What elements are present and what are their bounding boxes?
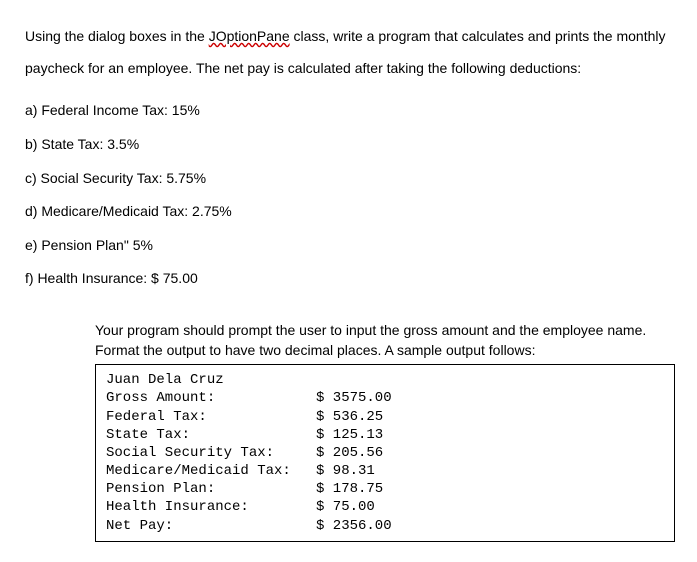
output-value: $ 536.25 — [316, 408, 383, 426]
deductions-list: a) Federal Income Tax: 15% b) State Tax:… — [25, 94, 672, 296]
output-value: $ 98.31 — [316, 462, 375, 480]
deduction-item: a) Federal Income Tax: 15% — [25, 94, 672, 128]
output-label: Pension Plan: — [106, 480, 316, 498]
output-row: Medicare/Medicaid Tax: $ 98.31 — [106, 462, 664, 480]
output-value: $ 75.00 — [316, 498, 375, 516]
output-row: State Tax: $ 125.13 — [106, 426, 664, 444]
instruction-text: Your program should prompt the user to i… — [95, 321, 675, 360]
deduction-item: e) Pension Plan" 5% — [25, 229, 672, 263]
output-row: Health Insurance: $ 75.00 — [106, 498, 664, 516]
output-row: Social Security Tax: $ 205.56 — [106, 444, 664, 462]
problem-intro: Using the dialog boxes in the JOptionPan… — [25, 20, 672, 84]
output-value: $ 178.75 — [316, 480, 383, 498]
joptionpane-word: JOptionPane — [209, 28, 290, 44]
output-label: Social Security Tax: — [106, 444, 316, 462]
output-label: State Tax: — [106, 426, 316, 444]
output-name: Juan Dela Cruz — [106, 371, 664, 389]
output-row: Pension Plan: $ 178.75 — [106, 480, 664, 498]
output-row: Gross Amount: $ 3575.00 — [106, 389, 664, 407]
deduction-item: f) Health Insurance: $ 75.00 — [25, 262, 672, 296]
output-value: $ 3575.00 — [316, 389, 392, 407]
deduction-item: c) Social Security Tax: 5.75% — [25, 162, 672, 196]
sample-output-box: Juan Dela Cruz Gross Amount: $ 3575.00 F… — [95, 364, 675, 542]
output-value: $ 205.56 — [316, 444, 383, 462]
output-row: Federal Tax: $ 536.25 — [106, 408, 664, 426]
deduction-item: d) Medicare/Medicaid Tax: 2.75% — [25, 195, 672, 229]
output-label: Gross Amount: — [106, 389, 316, 407]
instruction-block: Your program should prompt the user to i… — [95, 321, 675, 542]
output-row: Net Pay: $ 2356.00 — [106, 517, 664, 535]
output-label: Net Pay: — [106, 517, 316, 535]
output-label: Federal Tax: — [106, 408, 316, 426]
output-label: Medicare/Medicaid Tax: — [106, 462, 316, 480]
output-label: Health Insurance: — [106, 498, 316, 516]
intro-text-1: Using the dialog boxes in the — [25, 28, 209, 44]
output-value: $ 2356.00 — [316, 517, 392, 535]
deduction-item: b) State Tax: 3.5% — [25, 128, 672, 162]
output-value: $ 125.13 — [316, 426, 383, 444]
